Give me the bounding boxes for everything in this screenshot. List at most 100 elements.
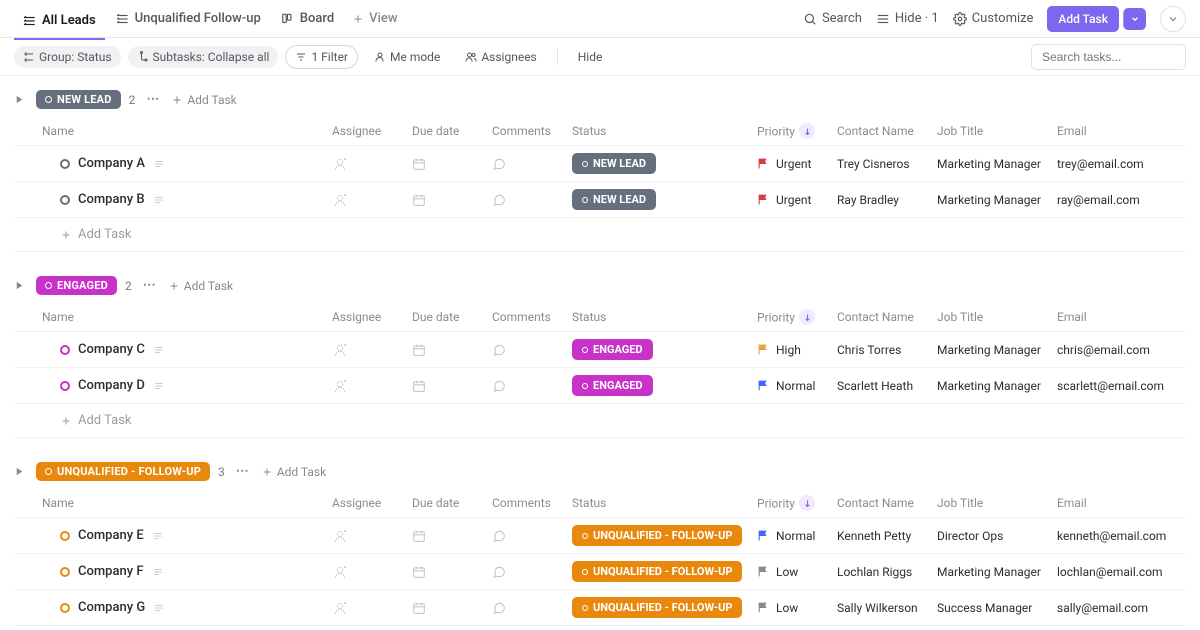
description-icon[interactable] [153, 345, 165, 355]
task-status-circle[interactable] [60, 603, 70, 613]
col-status[interactable]: Status [572, 310, 757, 324]
add-task-link[interactable]: Add Task [171, 93, 236, 107]
priority-cell[interactable]: Low [757, 601, 837, 615]
add-task-row[interactable]: Add Task [14, 626, 1186, 630]
col-assignee[interactable]: Assignee [332, 310, 412, 324]
task-status-circle[interactable] [60, 345, 70, 355]
description-icon[interactable] [152, 531, 164, 541]
col-priority[interactable]: Priority [757, 309, 837, 325]
add-task-row[interactable]: Add Task [14, 404, 1186, 438]
priority-cell[interactable]: Urgent [757, 157, 837, 171]
col-status[interactable]: Status [572, 496, 757, 510]
assignee-cell[interactable] [332, 378, 412, 394]
col-comments[interactable]: Comments [492, 496, 572, 510]
due-date-cell[interactable] [412, 343, 492, 357]
priority-cell[interactable]: Urgent [757, 193, 837, 207]
status-badge[interactable]: ENGAGED [572, 375, 653, 396]
assignee-cell[interactable] [332, 600, 412, 616]
add-task-link[interactable]: Add Task [261, 465, 326, 479]
filter-pill[interactable]: 1 Filter [285, 45, 358, 69]
comments-cell[interactable] [492, 157, 572, 171]
assignee-cell[interactable] [332, 528, 412, 544]
description-icon[interactable] [152, 567, 164, 577]
col-email[interactable]: Email [1057, 124, 1197, 138]
priority-cell[interactable]: Normal [757, 529, 837, 543]
status-badge[interactable]: ENGAGED [572, 339, 653, 360]
task-row[interactable]: Company E UNQUALIFIED - FOLLOW-UP Normal… [14, 518, 1186, 554]
description-icon[interactable] [153, 381, 165, 391]
assignee-cell[interactable] [332, 564, 412, 580]
col-assignee[interactable]: Assignee [332, 124, 412, 138]
col-due-date[interactable]: Due date [412, 310, 492, 324]
col-priority[interactable]: Priority [757, 495, 837, 511]
task-row[interactable]: Company A NEW LEAD Urgent Trey Cisneros … [14, 146, 1186, 182]
add-task-dropdown[interactable] [1123, 8, 1146, 30]
assignee-cell[interactable] [332, 156, 412, 172]
due-date-cell[interactable] [412, 529, 492, 543]
assignee-cell[interactable] [332, 342, 412, 358]
task-row[interactable]: Company G UNQUALIFIED - FOLLOW-UP Low Sa… [14, 590, 1186, 626]
due-date-cell[interactable] [412, 193, 492, 207]
col-job-title[interactable]: Job Title [937, 496, 1057, 510]
task-status-circle[interactable] [60, 381, 70, 391]
add-view-button[interactable]: View [343, 5, 406, 32]
col-contact[interactable]: Contact Name [837, 310, 937, 324]
group-menu[interactable]: ⋯ [143, 92, 163, 107]
more-menu-button[interactable] [1160, 6, 1186, 32]
due-date-cell[interactable] [412, 157, 492, 171]
col-comments[interactable]: Comments [492, 124, 572, 138]
hide-text-button[interactable]: Hide [569, 46, 612, 68]
col-email[interactable]: Email [1057, 310, 1197, 324]
assignee-cell[interactable] [332, 192, 412, 208]
col-assignee[interactable]: Assignee [332, 496, 412, 510]
group-toggle[interactable] [14, 94, 28, 105]
search-input[interactable] [1031, 44, 1186, 70]
description-icon[interactable] [153, 195, 165, 205]
col-contact[interactable]: Contact Name [837, 124, 937, 138]
col-name[interactable]: Name [42, 124, 332, 138]
assignees-toggle[interactable]: Assignees [456, 46, 545, 68]
hide-button[interactable]: Hide · 1 [876, 11, 939, 26]
task-status-circle[interactable] [60, 159, 70, 169]
task-status-circle[interactable] [60, 531, 70, 541]
due-date-cell[interactable] [412, 601, 492, 615]
me-mode-toggle[interactable]: Me mode [365, 46, 449, 68]
col-job-title[interactable]: Job Title [937, 310, 1057, 324]
search-button[interactable]: Search [803, 11, 862, 26]
view-tab-unqualified-follow-up[interactable]: Unqualified Follow-up [107, 5, 270, 32]
comments-cell[interactable] [492, 601, 572, 615]
due-date-cell[interactable] [412, 565, 492, 579]
col-contact[interactable]: Contact Name [837, 496, 937, 510]
col-name[interactable]: Name [42, 310, 332, 324]
col-job-title[interactable]: Job Title [937, 124, 1057, 138]
col-name[interactable]: Name [42, 496, 332, 510]
due-date-cell[interactable] [412, 379, 492, 393]
priority-cell[interactable]: Low [757, 565, 837, 579]
comments-cell[interactable] [492, 379, 572, 393]
group-toggle[interactable] [14, 466, 28, 477]
add-task-button[interactable]: Add Task [1047, 6, 1119, 32]
col-priority[interactable]: Priority [757, 123, 837, 139]
group-status-chip[interactable]: ENGAGED [36, 276, 117, 295]
task-row[interactable]: Company D ENGAGED Normal Scarlett Heath … [14, 368, 1186, 404]
comments-cell[interactable] [492, 343, 572, 357]
status-badge[interactable]: UNQUALIFIED - FOLLOW-UP [572, 561, 742, 582]
add-task-row[interactable]: Add Task [14, 218, 1186, 252]
group-status-chip[interactable]: NEW LEAD [36, 90, 121, 109]
comments-cell[interactable] [492, 565, 572, 579]
group-status-chip[interactable]: UNQUALIFIED - FOLLOW-UP [36, 462, 210, 481]
task-status-circle[interactable] [60, 195, 70, 205]
customize-button[interactable]: Customize [953, 11, 1034, 26]
task-row[interactable]: Company C ENGAGED High Chris Torres Mark… [14, 332, 1186, 368]
description-icon[interactable] [153, 159, 165, 169]
subtasks-pill[interactable]: Subtasks: Collapse all [128, 46, 279, 68]
col-email[interactable]: Email [1057, 496, 1197, 510]
col-comments[interactable]: Comments [492, 310, 572, 324]
group-menu[interactable]: ⋯ [140, 278, 160, 293]
col-status[interactable]: Status [572, 124, 757, 138]
priority-cell[interactable]: High [757, 343, 837, 357]
priority-cell[interactable]: Normal [757, 379, 837, 393]
status-badge[interactable]: UNQUALIFIED - FOLLOW-UP [572, 525, 742, 546]
task-row[interactable]: Company F UNQUALIFIED - FOLLOW-UP Low Lo… [14, 554, 1186, 590]
status-badge[interactable]: UNQUALIFIED - FOLLOW-UP [572, 597, 742, 618]
